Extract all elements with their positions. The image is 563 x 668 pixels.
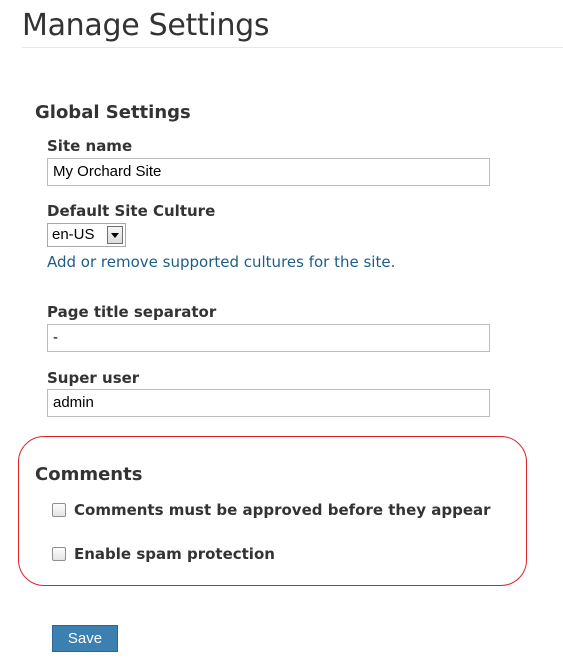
culture-select-value: en-US [52, 226, 95, 243]
site-name-input[interactable]: My Orchard Site [47, 158, 490, 186]
global-settings-heading: Global Settings [35, 102, 191, 123]
default-culture-label: Default Site Culture [47, 202, 216, 220]
approve-comments-checkbox[interactable] [52, 503, 66, 517]
site-name-label: Site name [47, 137, 133, 155]
title-separator-label: Page title separator [47, 303, 217, 321]
manage-cultures-link[interactable]: Add or remove supported cultures for the… [47, 253, 395, 271]
save-button[interactable]: Save [52, 625, 118, 652]
title-divider [22, 47, 563, 48]
title-separator-input[interactable]: - [47, 324, 490, 352]
spam-protection-checkbox[interactable] [52, 547, 66, 561]
super-user-label: Super user [47, 369, 140, 387]
comments-heading: Comments [35, 464, 143, 485]
chevron-down-icon[interactable] [107, 226, 123, 244]
culture-select[interactable]: en-US [47, 223, 126, 247]
approve-comments-label[interactable]: Comments must be approved before they ap… [74, 501, 491, 519]
spam-protection-label[interactable]: Enable spam protection [74, 545, 275, 563]
super-user-input[interactable]: admin [47, 389, 490, 417]
page-title: Manage Settings [22, 8, 270, 43]
